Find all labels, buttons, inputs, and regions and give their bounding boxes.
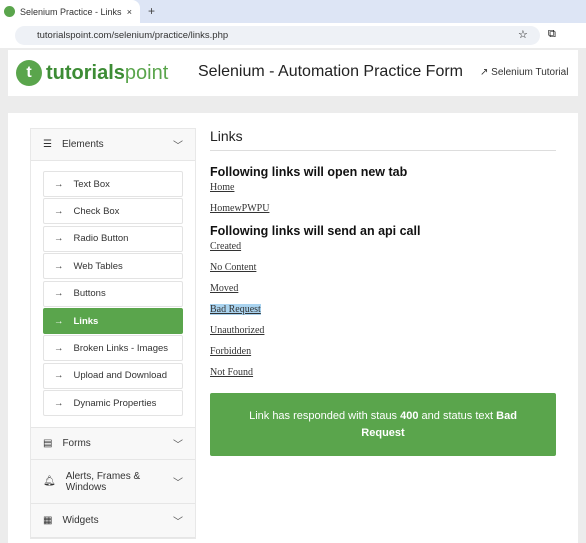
sidebar-item-check-box[interactable]: → Check Box (43, 198, 183, 225)
response-middle: and status text (418, 410, 497, 422)
sidebar-item-label: Broken Links - Images (73, 342, 169, 354)
link-forbidden[interactable]: Forbidden (210, 346, 556, 361)
browser-tab[interactable]: Selenium Practice - Links × (0, 0, 140, 23)
section-label: Forms (62, 438, 91, 449)
sidebar: ☰ Elements ﹀ → Text Box → Check Box → Radio But… (30, 128, 196, 539)
sidebar-item-label: Links (73, 315, 99, 327)
url-text: tutorialspoint.com/selenium/practice/lin… (37, 30, 229, 41)
sidebar-item-radio-button[interactable]: → Radio Button (43, 225, 183, 252)
sidebar-item-label: Check Box (73, 205, 120, 217)
response-prefix: Link has responded with staus (249, 410, 401, 422)
link-text: Moved (210, 283, 239, 294)
url-field[interactable]: tutorialspoint.com/selenium/practice/lin… (15, 26, 540, 45)
arrow-right-icon: → (54, 178, 64, 190)
sidebar-item-label: Upload and Download (73, 370, 167, 382)
section-alerts[interactable]: 🔔︎ Alerts, Frames & Windows ﹀ (31, 460, 195, 504)
link-text: HomewPWPU (210, 203, 270, 214)
link-text: Forbidden (210, 346, 252, 357)
chevron-down-icon: ﹀ (173, 517, 183, 528)
sidebar-item-links[interactable]: → Links (43, 308, 183, 334)
form-list-icon: ▤ (43, 438, 53, 449)
external-link-icon: ↗ (480, 67, 492, 78)
link-text: No Content (210, 262, 257, 273)
arrow-right-icon: → (54, 342, 64, 354)
new-tab-button[interactable]: + (148, 4, 155, 18)
section-elements[interactable]: ☰ Elements ﹀ (31, 129, 195, 161)
extensions-icon[interactable]: ⧉ (548, 28, 556, 41)
chevron-down-icon: ﹀ (173, 141, 183, 152)
sidebar-item-label: Radio Button (73, 233, 129, 245)
chevron-down-icon: ﹀ (173, 478, 183, 489)
arrow-right-icon: → (54, 205, 64, 217)
arrow-right-icon: → (54, 315, 64, 327)
sidebar-item-buttons[interactable]: → Buttons (43, 280, 183, 307)
sidebar-item-label: Web Tables (73, 260, 123, 272)
section-widgets[interactable]: ▦ Widgets ﹀ (31, 504, 195, 538)
arrow-right-icon: → (54, 370, 64, 382)
logo[interactable]: t tutorialspoint (16, 60, 168, 86)
menu-icon: ☰ (43, 139, 52, 150)
response-status: 400 (400, 410, 419, 422)
link-created[interactable]: Created (210, 241, 556, 256)
link-homewpwpu[interactable]: HomewPWPU (210, 203, 556, 218)
link-text: Not Found (210, 367, 254, 378)
arrow-right-icon: → (54, 288, 64, 300)
page-title: Selenium - Automation Practice Form (198, 63, 463, 80)
widgets-icon: ▦ (43, 515, 53, 526)
logo-text-2: point (124, 61, 169, 84)
link-home[interactable]: Home (210, 182, 556, 197)
link-not-found[interactable]: Not Found (210, 367, 556, 382)
tab-title: Selenium Practice - Links (20, 6, 122, 17)
link-text: Unauthorized (210, 325, 265, 336)
section-forms[interactable]: ▤ Forms ﹀ (31, 427, 195, 460)
link-text: Home (210, 182, 235, 193)
logo-text: tutorials (46, 61, 125, 84)
links-heading: Links (210, 128, 556, 151)
arrow-right-icon: → (54, 397, 64, 409)
sidebar-item-label: Text Box (73, 178, 110, 190)
logo-icon: t (16, 60, 42, 86)
close-tab-icon[interactable]: × (127, 7, 132, 17)
link-unauthorized[interactable]: Unauthorized (210, 325, 556, 340)
sidebar-item-broken-links-images[interactable]: → Broken Links - Images (43, 335, 183, 362)
sidebar-item-dynamic-properties[interactable]: → Dynamic Properties (43, 390, 183, 417)
sidebar-item-text-box[interactable]: → Text Box (43, 171, 183, 197)
new-tab-heading: Following links will open new tab (210, 165, 408, 179)
arrow-right-icon: → (54, 260, 64, 272)
link-bad-request[interactable]: Bad Request (210, 304, 556, 319)
arrow-right-icon: → (54, 233, 64, 245)
link-text: Created (210, 241, 242, 252)
section-label: Widgets (62, 515, 99, 526)
link-text: Bad Request (210, 304, 261, 315)
selenium-tutorial-link[interactable]: ↗ Selenium Tutorial (480, 67, 568, 78)
api-call-heading: Following links will send an api call (210, 224, 421, 238)
section-label: Elements (61, 139, 104, 150)
link-moved[interactable]: Moved (210, 283, 556, 298)
main-content: Links Following links will open new tab … (210, 128, 556, 382)
sidebar-item-label: Dynamic Properties (73, 397, 157, 409)
favicon-icon (4, 6, 15, 17)
section-label: Alerts, Frames & Windows (65, 470, 141, 493)
bell-icon: 🔔︎ (43, 476, 56, 487)
response-message: Link has responded with staus 400 and st… (210, 393, 556, 456)
link-no-content[interactable]: No Content (210, 262, 556, 277)
chevron-down-icon: ﹀ (173, 440, 183, 451)
tutorial-link-label: Selenium Tutorial (491, 67, 569, 78)
sidebar-item-web-tables[interactable]: → Web Tables (43, 253, 183, 280)
bookmark-star-icon[interactable]: ☆ (518, 28, 528, 41)
sidebar-item-label: Buttons (73, 288, 106, 300)
sidebar-item-upload-and-download[interactable]: → Upload and Download (43, 362, 183, 389)
